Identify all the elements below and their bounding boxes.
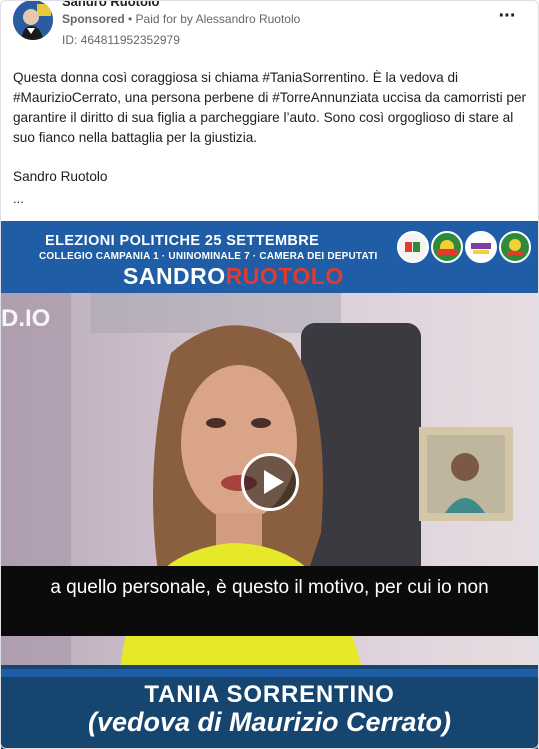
sponsored-label: Sponsored <box>62 12 125 26</box>
speaker-name: TANIA SORRENTINO <box>144 681 395 708</box>
page-name[interactable]: Sandro Ruotolo <box>62 0 160 9</box>
more-options-icon[interactable]: ··· <box>497 6 517 26</box>
banner-first-name: SANDRO <box>123 263 226 289</box>
post-header: Sandro Ruotolo Sponsored • Paid for by A… <box>0 0 539 56</box>
banner-constituency: COLLEGIO CAMPANIA 1 · UNINOMINALE 7 · CA… <box>39 251 378 262</box>
ad-post-card: Sandro Ruotolo Sponsored • Paid for by A… <box>0 0 539 749</box>
banner-candidate-name: SANDRORUOTOLO <box>123 263 344 290</box>
party-logo-pd-icon <box>397 231 429 263</box>
sponsored-line: Sponsored • Paid for by Alessandro Ruoto… <box>62 12 300 26</box>
subtitle-text: a quello personale, è questo il motivo, … <box>50 577 489 598</box>
lower-third: TANIA SORRENTINO (vedova di Maurizio Cer… <box>1 665 538 749</box>
post-body: Questa donna così coraggiosa si chiama #… <box>13 70 527 145</box>
play-icon[interactable] <box>241 453 299 511</box>
party-logo-impegno-civico-icon <box>499 231 531 263</box>
speaker-description: (vedova di Maurizio Cerrato) <box>87 707 452 737</box>
banner-last-name: RUOTOLO <box>225 263 344 289</box>
video-watermark: D.IO <box>1 305 51 332</box>
paid-for-text[interactable]: • Paid for by Alessandro Ruotolo <box>128 12 300 26</box>
video-subtitle: a quello personale, è questo il motivo, … <box>1 566 538 636</box>
avatar-image <box>13 0 53 40</box>
post-text: Questa donna così coraggiosa si chiama #… <box>13 68 528 148</box>
party-logo-green-icon <box>431 231 463 263</box>
campaign-banner: ELEZIONI POLITICHE 25 SETTEMBRE COLLEGIO… <box>1 221 538 293</box>
party-logos <box>397 231 532 269</box>
lower-third-strip <box>1 669 538 677</box>
ad-id: ID: 464811952352979 <box>62 33 180 47</box>
banner-election-title: ELEZIONI POLITICHE 25 SETTEMBRE <box>45 233 320 249</box>
party-logo-europa-icon <box>465 231 497 263</box>
see-more-ellipsis[interactable]: ... <box>13 191 24 206</box>
video-player[interactable]: ELEZIONI POLITICHE 25 SETTEMBRE COLLEGIO… <box>1 221 538 749</box>
avatar[interactable] <box>13 0 53 40</box>
post-signature: Sandro Ruotolo <box>13 169 108 184</box>
